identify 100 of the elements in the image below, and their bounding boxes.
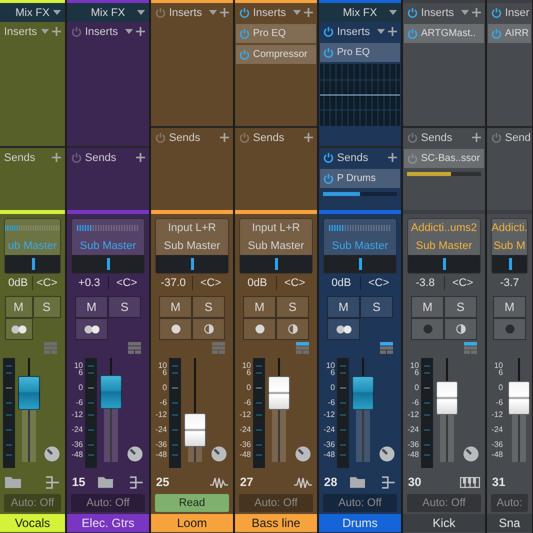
automation-mode-button[interactable]: Read — [155, 494, 229, 512]
power-icon[interactable] — [239, 7, 250, 18]
channel-toggle-button[interactable]: S — [360, 296, 393, 318]
channel-toggle-button[interactable]: M — [327, 296, 360, 318]
track-name-label[interactable]: Elec. Gtrs — [67, 514, 149, 532]
link-button[interactable] — [327, 318, 360, 340]
send-slot[interactable]: SC-Bas..ssor — [404, 149, 484, 168]
pan-slider[interactable] — [492, 255, 527, 273]
channel-toggle-button[interactable]: S — [276, 296, 309, 318]
insert-slot[interactable]: Pro EQ — [236, 24, 316, 43]
monitor-button[interactable] — [276, 318, 309, 340]
add-icon[interactable] — [136, 153, 145, 162]
record-button[interactable] — [159, 318, 192, 340]
add-icon[interactable] — [304, 133, 313, 142]
automation-mode-button[interactable]: Auto: Off — [323, 494, 397, 512]
record-button[interactable] — [243, 318, 276, 340]
knob-icon[interactable] — [463, 446, 479, 462]
channel-toggle-button[interactable]: S — [192, 296, 225, 318]
power-icon[interactable] — [407, 7, 418, 18]
piano-keys-icon[interactable] — [460, 476, 480, 488]
power-icon[interactable] — [323, 47, 334, 58]
channel-toggle-button[interactable]: M — [243, 296, 276, 318]
caret-icon[interactable] — [209, 10, 217, 15]
knob-icon[interactable] — [211, 446, 227, 462]
link-button[interactable] — [4, 318, 32, 340]
meter-layout-icon[interactable] — [296, 342, 309, 354]
meter-layout-icon[interactable] — [464, 342, 477, 354]
insert-slot[interactable]: ARTGMast.. — [404, 24, 484, 43]
caret-icon[interactable] — [377, 29, 385, 34]
pan-slider[interactable] — [5, 255, 60, 273]
automation-mode-button[interactable]: Auto: Off — [4, 494, 61, 512]
routing-icon[interactable] — [129, 476, 144, 488]
pan-slider[interactable] — [324, 255, 396, 273]
add-icon[interactable] — [220, 8, 229, 17]
track-name-label[interactable]: Drums — [319, 514, 401, 532]
io-routing-panel[interactable]: Input L+R Sub Master — [155, 218, 229, 274]
add-icon[interactable] — [304, 8, 313, 17]
channel-toggle-button[interactable]: M — [411, 296, 444, 318]
io-routing-panel[interactable]: Input L+R Sub Master — [239, 218, 313, 274]
channel-toggle-button[interactable]: M — [75, 296, 108, 318]
knob-icon[interactable] — [295, 446, 311, 462]
io-routing-panel[interactable]: Addicti. Sub M — [491, 218, 528, 274]
automation-mode-button[interactable]: Auto: Off — [407, 494, 481, 512]
caret-icon[interactable] — [53, 10, 61, 15]
power-icon[interactable] — [323, 152, 334, 163]
folder-icon[interactable] — [5, 476, 21, 488]
add-icon[interactable] — [472, 133, 481, 142]
send-level-slider[interactable] — [407, 172, 481, 176]
channel-toggle-button[interactable]: M — [493, 296, 526, 318]
routing-icon[interactable] — [45, 476, 60, 488]
add-icon[interactable] — [472, 8, 481, 17]
channel-toggle-button[interactable]: M — [159, 296, 192, 318]
pan-slider[interactable] — [156, 255, 228, 273]
add-icon[interactable] — [136, 27, 145, 36]
volume-fader[interactable] — [508, 358, 530, 462]
knob-icon[interactable] — [44, 446, 60, 462]
power-icon[interactable] — [491, 7, 502, 18]
insert-slot[interactable]: Pro EQ — [320, 43, 400, 62]
routing-icon[interactable] — [381, 476, 396, 488]
volume-fader[interactable] — [268, 358, 290, 462]
power-icon[interactable] — [323, 26, 334, 37]
add-icon[interactable] — [388, 153, 397, 162]
send-slot[interactable]: P Drums — [320, 169, 400, 188]
link-button[interactable] — [75, 318, 108, 340]
channel-toggle-button[interactable]: S — [32, 296, 60, 318]
channel-toggle-button[interactable]: S — [444, 296, 477, 318]
add-icon[interactable] — [52, 27, 61, 36]
add-icon[interactable] — [388, 27, 397, 36]
power-icon[interactable] — [323, 173, 334, 184]
add-icon[interactable] — [220, 133, 229, 142]
knob-icon[interactable] — [379, 446, 395, 462]
monitor-button[interactable] — [192, 318, 225, 340]
send-level-slider[interactable] — [323, 192, 397, 196]
track-name-label[interactable]: Sna — [487, 514, 532, 532]
monitor-button[interactable] — [444, 318, 477, 340]
track-name-label[interactable]: Vocals — [0, 514, 65, 532]
automation-mode-button[interactable]: Auto: — [491, 494, 528, 512]
io-routing-panel[interactable]: Sub Master — [323, 218, 397, 274]
track-name-label[interactable]: Kick — [403, 514, 485, 532]
waveform-icon[interactable] — [210, 476, 228, 488]
io-routing-panel[interactable]: Sub Master — [71, 218, 145, 274]
folder-icon[interactable] — [350, 476, 366, 488]
automation-mode-button[interactable]: Auto: Off — [71, 494, 145, 512]
waveform-icon[interactable] — [294, 476, 312, 488]
folder-icon[interactable] — [98, 476, 114, 488]
channel-toggle-button[interactable]: S — [108, 296, 141, 318]
track-name-label[interactable]: Bass line — [235, 514, 317, 532]
automation-mode-button[interactable]: Auto: Off — [239, 494, 313, 512]
track-name-label[interactable]: Loom — [151, 514, 233, 532]
add-icon[interactable] — [52, 153, 61, 162]
mix-fx-selector[interactable]: Mix FX — [0, 3, 65, 22]
caret-icon[interactable] — [41, 29, 49, 34]
caret-icon[interactable] — [293, 10, 301, 15]
pan-slider[interactable] — [72, 255, 144, 273]
caret-icon[interactable] — [389, 10, 397, 15]
meter-layout-icon[interactable] — [380, 342, 393, 354]
caret-icon[interactable] — [125, 29, 133, 34]
pan-slider[interactable] — [240, 255, 312, 273]
io-routing-panel[interactable]: Addicti..ums2 Sub Master — [407, 218, 481, 274]
volume-fader[interactable] — [184, 358, 206, 462]
